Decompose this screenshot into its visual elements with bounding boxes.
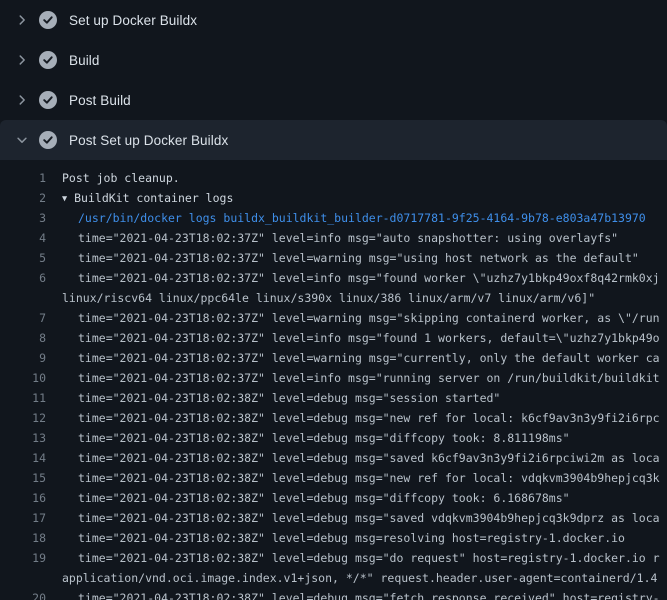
log-line-number[interactable]: 19: [0, 548, 46, 568]
log-line-text: time="2021-04-23T18:02:38Z" level=debug …: [78, 548, 660, 568]
check-circle-icon: [39, 131, 57, 149]
log-line-text: time="2021-04-23T18:02:38Z" level=debug …: [78, 488, 570, 508]
log-line-number[interactable]: [0, 568, 46, 588]
log-line: 2 ▼ BuildKit container logs: [0, 188, 667, 208]
log-line-number[interactable]: 12: [0, 408, 46, 428]
log-line-text: time="2021-04-23T18:02:38Z" level=debug …: [78, 588, 660, 600]
log-line: 9 time="2021-04-23T18:02:37Z" level=warn…: [0, 348, 667, 368]
step-header-post-set-up-docker-buildx[interactable]: Post Set up Docker Buildx: [0, 120, 667, 160]
group-collapse-arrow-icon[interactable]: ▼: [62, 189, 67, 208]
group-title[interactable]: BuildKit container logs: [74, 191, 233, 205]
log-line-text: time="2021-04-23T18:02:38Z" level=debug …: [78, 508, 660, 528]
log-line-number[interactable]: 10: [0, 368, 46, 388]
log-line-number[interactable]: 11: [0, 388, 46, 408]
log-line: 4 time="2021-04-23T18:02:37Z" level=info…: [0, 228, 667, 248]
log-line-text: time="2021-04-23T18:02:38Z" level=debug …: [78, 388, 500, 408]
log-line: 3 /usr/bin/docker logs buildx_buildkit_b…: [0, 208, 667, 228]
log-line-number[interactable]: 18: [0, 528, 46, 548]
step-title: Build: [69, 53, 100, 68]
actions-job-log-viewer: Set up Docker Buildx Build P: [0, 0, 667, 600]
log-line-text: time="2021-04-23T18:02:37Z" level=info m…: [78, 328, 660, 348]
step-header-set-up-docker-buildx[interactable]: Set up Docker Buildx: [0, 0, 667, 40]
log-line-text: ▼ BuildKit container logs: [62, 188, 233, 208]
log-line-number[interactable]: 9: [0, 348, 46, 368]
log-line-text: time="2021-04-23T18:02:37Z" level=warnin…: [78, 308, 660, 328]
log-line-text: time="2021-04-23T18:02:38Z" level=debug …: [78, 468, 660, 488]
log-line-number[interactable]: 16: [0, 488, 46, 508]
step-header-build[interactable]: Build: [0, 40, 667, 80]
log-line-number[interactable]: 4: [0, 228, 46, 248]
log-line-number[interactable]: 8: [0, 328, 46, 348]
log-line-number[interactable]: 13: [0, 428, 46, 448]
steps-list: Set up Docker Buildx Build P: [0, 0, 667, 160]
log-line-number[interactable]: 15: [0, 468, 46, 488]
log-line-number[interactable]: 14: [0, 448, 46, 468]
log-line-number[interactable]: 3: [0, 208, 46, 228]
log-line: 1 Post job cleanup.: [0, 168, 667, 188]
log-line: 20 time="2021-04-23T18:02:38Z" level=deb…: [0, 588, 667, 600]
log-line: linux/riscv64 linux/ppc64le linux/s390x …: [0, 288, 667, 308]
log-line: 8 time="2021-04-23T18:02:37Z" level=info…: [0, 328, 667, 348]
check-circle-icon: [39, 91, 57, 109]
step-title: Post Build: [69, 93, 131, 108]
log-line-number[interactable]: 20: [0, 588, 46, 600]
log-line-text: time="2021-04-23T18:02:37Z" level=info m…: [78, 368, 660, 388]
log-line-number[interactable]: [0, 288, 46, 308]
log-line: 6 time="2021-04-23T18:02:37Z" level=info…: [0, 268, 667, 288]
log-line-number[interactable]: 5: [0, 248, 46, 268]
log-line-text: linux/riscv64 linux/ppc64le linux/s390x …: [62, 288, 595, 308]
check-circle-icon: [39, 11, 57, 29]
check-circle-icon: [39, 51, 57, 69]
log-line: application/vnd.oci.image.index.v1+json,…: [0, 568, 667, 588]
chevron-icon[interactable]: [14, 52, 30, 68]
log-line-number[interactable]: 2: [0, 188, 46, 208]
chevron-icon[interactable]: [14, 132, 30, 148]
step-header-post-build[interactable]: Post Build: [0, 80, 667, 120]
log-line: 7 time="2021-04-23T18:02:37Z" level=warn…: [0, 308, 667, 328]
log-line-text: time="2021-04-23T18:02:38Z" level=debug …: [78, 408, 660, 428]
step-title: Set up Docker Buildx: [69, 13, 197, 28]
log-line: 17 time="2021-04-23T18:02:38Z" level=deb…: [0, 508, 667, 528]
log-line: 5 time="2021-04-23T18:02:37Z" level=warn…: [0, 248, 667, 268]
chevron-icon[interactable]: [14, 92, 30, 108]
log-line: 10 time="2021-04-23T18:02:37Z" level=inf…: [0, 368, 667, 388]
log-line-text: time="2021-04-23T18:02:38Z" level=debug …: [78, 428, 570, 448]
log-line-number[interactable]: 1: [0, 168, 46, 188]
log-line: 14 time="2021-04-23T18:02:38Z" level=deb…: [0, 448, 667, 468]
log-line: 16 time="2021-04-23T18:02:38Z" level=deb…: [0, 488, 667, 508]
log-line: 11 time="2021-04-23T18:02:38Z" level=deb…: [0, 388, 667, 408]
log-line: 18 time="2021-04-23T18:02:38Z" level=deb…: [0, 528, 667, 548]
log-line-text: Post job cleanup.: [62, 168, 180, 188]
log-line-number[interactable]: 7: [0, 308, 46, 328]
log-line: 13 time="2021-04-23T18:02:38Z" level=deb…: [0, 428, 667, 448]
log-line-text: time="2021-04-23T18:02:37Z" level=warnin…: [78, 348, 660, 368]
log-line-text: time="2021-04-23T18:02:37Z" level=info m…: [78, 268, 660, 288]
chevron-icon[interactable]: [14, 12, 30, 28]
log-line-text: time="2021-04-23T18:02:37Z" level=warnin…: [78, 248, 639, 268]
log-line: 15 time="2021-04-23T18:02:38Z" level=deb…: [0, 468, 667, 488]
log-line-text: /usr/bin/docker logs buildx_buildkit_bui…: [78, 208, 646, 228]
step-title: Post Set up Docker Buildx: [69, 133, 228, 148]
log-area: 1 Post job cleanup. 2 ▼ BuildKit containe…: [0, 160, 667, 600]
log-line-text: application/vnd.oci.image.index.v1+json,…: [62, 568, 657, 588]
log-line: 19 time="2021-04-23T18:02:38Z" level=deb…: [0, 548, 667, 568]
log-line: 12 time="2021-04-23T18:02:38Z" level=deb…: [0, 408, 667, 428]
log-line-text: time="2021-04-23T18:02:38Z" level=debug …: [78, 528, 625, 548]
log-line-text: time="2021-04-23T18:02:38Z" level=debug …: [78, 448, 660, 468]
log-line-number[interactable]: 17: [0, 508, 46, 528]
log-line-text: time="2021-04-23T18:02:37Z" level=info m…: [78, 228, 618, 248]
log-line-number[interactable]: 6: [0, 268, 46, 288]
